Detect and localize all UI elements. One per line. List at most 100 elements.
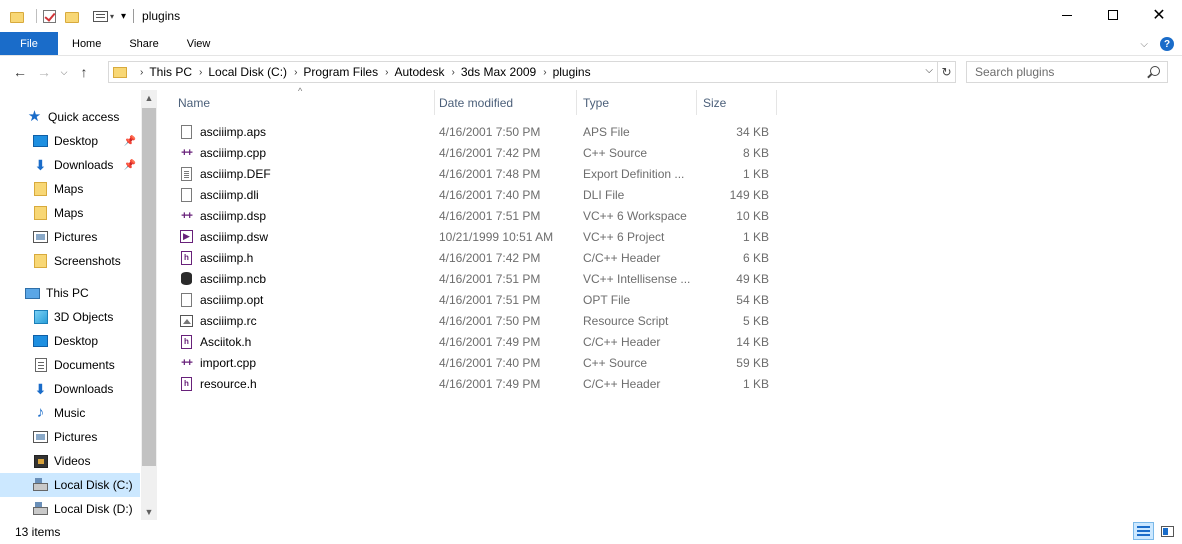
tab-home[interactable]: Home [58,32,115,55]
table-row[interactable]: asciiimp.aps 4/16/2001 7:50 PM APS File 34 … [160,121,780,142]
sidebar-item-quick-access[interactable]: ★ Quick access [0,105,140,129]
file-name: asciiimp.ncb [200,271,267,286]
tab-view[interactable]: View [173,32,225,55]
minimize-button[interactable] [1044,0,1090,30]
sidebar-item-downloads[interactable]: ⬇ Downloads [0,377,140,401]
tab-file[interactable]: File [0,32,58,55]
table-row[interactable]: asciiimp.DEF 4/16/2001 7:48 PM Export Defi… [160,163,780,184]
music-icon: ♪ [36,404,45,421]
expand-ribbon-icon[interactable]: ⌵ [1140,39,1148,50]
table-row[interactable]: h asciiimp.h 4/16/2001 7:42 PM C/C++ Header… [160,247,780,268]
breadcrumb-program-files[interactable]: Program Files [303,65,378,79]
column-header-date-modified[interactable]: Date modified [433,90,577,115]
sidebar-item-label: Pictures [54,230,98,244]
table-row[interactable]: ++ asciiimp.cpp 4/16/2001 7:42 PM C++ Sourc… [160,142,780,163]
table-row[interactable]: ++ asciiimp.dsp 4/16/2001 7:51 PM VC++ 6 Wo… [160,205,780,226]
navigation-scrollbar[interactable]: ▲ ▼ [141,90,157,520]
back-arrow-icon[interactable]: ← [8,64,32,80]
sidebar-item-this-pc[interactable]: This PC [0,281,140,305]
table-row[interactable]: asciiimp.dli 4/16/2001 7:40 PM DLI File 149… [160,184,780,205]
sidebar-item-label: Screenshots [54,254,121,268]
chevron-right-icon[interactable]: › [140,67,143,78]
pin-icon[interactable]: 📌 [124,136,136,147]
sidebar-item-videos[interactable]: Videos [0,449,140,473]
breadcrumb-3ds-max[interactable]: 3ds Max 2009 [461,65,536,79]
column-header-name[interactable]: Name [172,90,435,115]
scrollbar-thumb[interactable] [142,108,156,466]
sidebar-item-local-disk-c[interactable]: Local Disk (C:) [0,473,140,497]
sidebar-item-desktop[interactable]: Desktop 📌 [0,129,140,153]
column-header-size[interactable]: Size [697,90,777,115]
sidebar-item-maps[interactable]: Maps [0,177,140,201]
generic-file-icon [180,292,193,307]
sidebar-item-3d-objects[interactable]: 3D Objects [0,305,140,329]
sidebar-item-music[interactable]: ♪ Music [0,401,140,425]
date-modified: 4/16/2001 7:51 PM [439,271,541,286]
sidebar-item-documents[interactable]: Documents [0,353,140,377]
file-name: Asciitok.h [200,334,252,349]
properties-check-icon[interactable] [43,9,56,23]
file-name-cell: asciiimp.ncb [180,268,266,289]
table-row[interactable]: asciiimp.rc 4/16/2001 7:50 PM Resource Scr… [160,310,780,331]
table-row[interactable]: h resource.h 4/16/2001 7:49 PM C/C++ Header… [160,373,780,394]
scroll-down-icon[interactable]: ▼ [141,504,157,520]
table-row[interactable]: ▶ asciiimp.dsw 10/21/1999 10:51 AM VC++ 6 P… [160,226,780,247]
address-bar[interactable]: › This PC › Local Disk (C:) › Program Fi… [108,61,938,83]
chevron-right-icon[interactable]: › [451,67,454,78]
address-dropdown-icon[interactable]: ⌵ [925,65,933,76]
search-icon[interactable] [1150,66,1160,76]
table-row[interactable]: h Asciitok.h 4/16/2001 7:49 PM C/C++ Header… [160,331,780,352]
up-arrow-icon[interactable]: ↑ [72,64,96,80]
sidebar-item-downloads[interactable]: ⬇ Downloads 📌 [0,153,140,177]
date-modified: 4/16/2001 7:42 PM [439,250,541,265]
table-row[interactable]: asciiimp.opt 4/16/2001 7:51 PM OPT File 54 … [160,289,780,310]
sidebar-item-desktop[interactable]: Desktop [0,329,140,353]
search-box[interactable] [966,61,1168,83]
pin-icon[interactable]: 📌 [124,160,136,171]
sidebar-item-local-disk-d[interactable]: Local Disk (D:) [0,497,140,520]
sidebar-item-screenshots[interactable]: Screenshots [0,249,140,273]
customize-toolbar-icon[interactable]: ▾ [121,11,126,22]
title-divider [133,9,135,23]
details-view-button[interactable] [1133,522,1154,540]
maximize-button[interactable] [1090,0,1136,30]
breadcrumb-this-pc[interactable]: This PC [149,65,192,79]
properties-icon[interactable] [93,10,108,22]
refresh-button[interactable]: ↻ [938,61,956,83]
forward-arrow-icon[interactable]: → [32,64,56,80]
chevron-right-icon[interactable]: › [294,67,297,78]
column-header-type[interactable]: Type [577,90,697,115]
recent-locations-icon[interactable]: ⌵ [56,67,72,78]
breadcrumb-local-disk[interactable]: Local Disk (C:) [208,65,287,79]
file-type: Resource Script [583,313,669,328]
chevron-right-icon[interactable]: › [543,67,546,78]
chevron-right-icon[interactable]: › [385,67,388,78]
view-switcher [1130,522,1178,540]
sidebar-item-pictures[interactable]: Pictures [0,425,140,449]
folder-icon[interactable] [10,11,24,23]
file-name: asciiimp.DEF [200,166,271,181]
large-icons-view-button[interactable] [1157,522,1178,540]
file-name: asciiimp.rc [200,313,257,328]
breadcrumb-plugins[interactable]: plugins [553,65,591,79]
table-row[interactable]: asciiimp.ncb 4/16/2001 7:51 PM VC++ Intell… [160,268,780,289]
chevron-down-icon[interactable]: ▾ [110,12,114,21]
scroll-up-icon[interactable]: ▲ [141,90,157,106]
drive-icon [33,478,48,492]
search-input[interactable] [975,65,1145,79]
sidebar-item-pictures[interactable]: Pictures [0,225,140,249]
pictures-icon [33,230,48,244]
minimize-icon [1062,14,1072,16]
new-folder-icon[interactable] [65,11,79,23]
file-size: 54 KB [736,292,769,307]
help-icon[interactable]: ? [1160,37,1174,51]
chevron-right-icon[interactable]: › [199,67,202,78]
close-button[interactable]: ✕ [1136,0,1182,30]
sidebar-item-label: Quick access [48,110,120,124]
sidebar-item-label: Desktop [54,334,99,348]
table-row[interactable]: ++ import.cpp 4/16/2001 7:40 PM C++ Source 5… [160,352,780,373]
tab-share[interactable]: Share [115,32,172,55]
sidebar-item-maps[interactable]: Maps [0,201,140,225]
window-title: plugins [142,9,181,23]
breadcrumb-autodesk[interactable]: Autodesk [394,65,444,79]
